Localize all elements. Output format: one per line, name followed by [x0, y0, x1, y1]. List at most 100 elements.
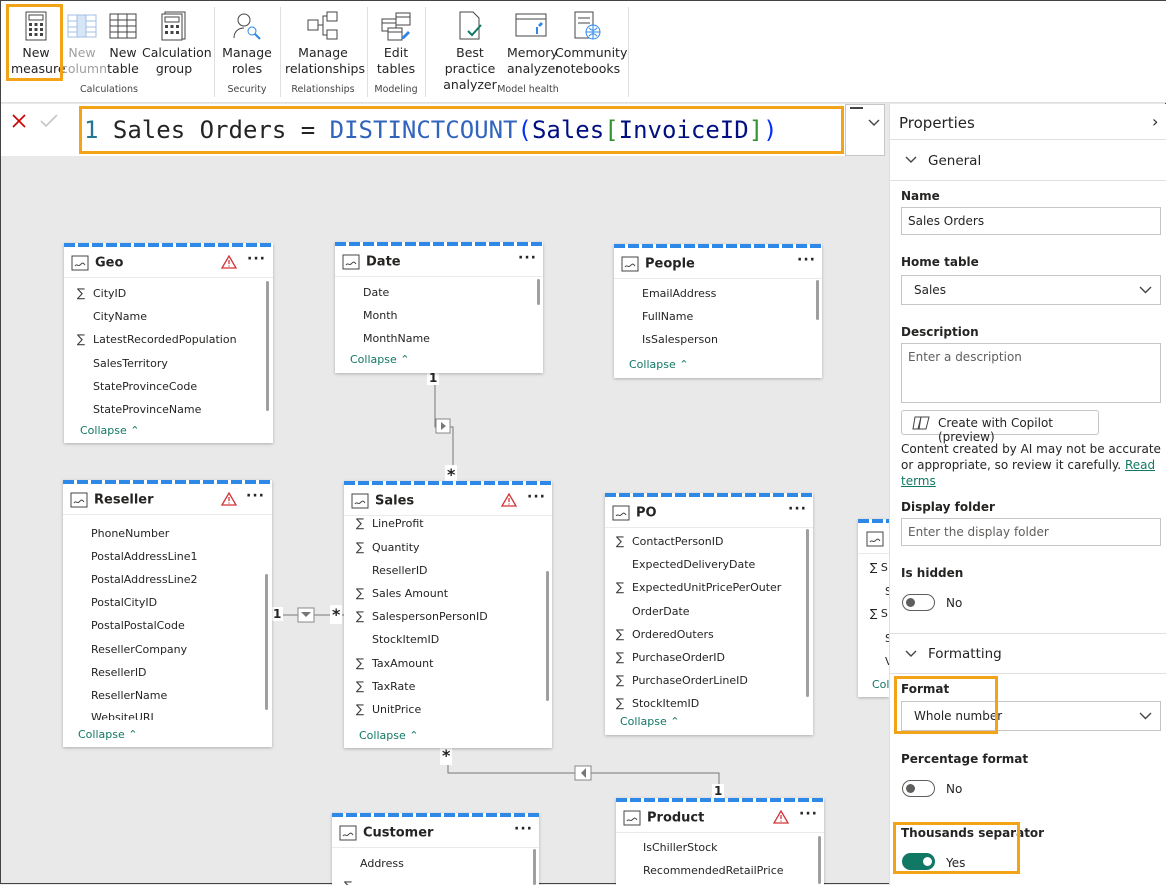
formatting-section-header[interactable]: Formatting [928, 646, 1002, 662]
field-item[interactable]: Date [363, 286, 389, 299]
field-item[interactable]: ResellerID [91, 666, 147, 679]
field-item[interactable]: PostalCityID [91, 596, 157, 609]
percentage-format-toggle[interactable] [902, 780, 935, 797]
field-item[interactable]: Month [363, 309, 397, 322]
collapse-link[interactable]: Collapse ⌃ [78, 728, 137, 741]
general-section-header[interactable]: General [928, 153, 981, 169]
scrollbar[interactable] [818, 836, 821, 884]
name-input[interactable]: Sales Orders [901, 207, 1161, 235]
field-item[interactable]: EmailAddress [642, 287, 716, 300]
field-item[interactable]: PostalPostalCode [91, 619, 185, 632]
field-item[interactable]: ∑ LatestRecordedPopulation [77, 332, 237, 346]
collapse-link[interactable]: Collapse ⌃ [359, 729, 418, 742]
field-item[interactable]: ExpectedDeliveryDate [632, 558, 755, 571]
home-table-dropdown[interactable]: Sales [901, 275, 1161, 305]
field-item[interactable]: ∑ CityID [77, 286, 126, 300]
warning-icon[interactable] [221, 255, 237, 269]
scrollbar[interactable] [816, 280, 819, 320]
field-item[interactable]: StateProvinceCode [93, 380, 197, 393]
more-options-icon[interactable]: ··· [527, 489, 546, 505]
warning-icon[interactable] [773, 810, 789, 824]
field-item[interactable]: WebsiteURL [91, 711, 157, 720]
field-item[interactable]: ∑ TaxAmount [356, 656, 433, 670]
more-options-icon[interactable]: ··· [799, 806, 818, 822]
field-item[interactable]: ∑ PurchaseOrderID [616, 650, 725, 664]
new-table-button[interactable]: New table [104, 11, 142, 77]
field-item[interactable]: ∑ TaxRate [356, 679, 415, 693]
collapse-link[interactable]: Col [872, 678, 889, 691]
best-practice-analyzer-button[interactable]: Best practice analyzer [433, 11, 507, 93]
table-card-product[interactable]: Product ··· IsChillerStock RecommendedRe… [616, 798, 824, 885]
field-item[interactable]: ∑ OrderedOuters [616, 627, 714, 641]
more-options-icon[interactable]: ··· [788, 501, 807, 517]
field-item[interactable]: ∑ ExpectedUnitPricePerOuter [616, 580, 781, 594]
chevron-down-icon[interactable] [905, 156, 917, 164]
community-notebooks-button[interactable]: Community notebooks [555, 11, 627, 77]
calculation-group-button[interactable]: Calculation group [142, 11, 212, 77]
table-card-customer[interactable]: Customer ··· Address ∑ [332, 813, 539, 885]
table-card-date[interactable]: Date ··· Date Month MonthName Collapse ⌃ [335, 242, 543, 373]
table-card-reseller[interactable]: Reseller ··· PhoneNumber PostalAddressLi… [63, 480, 272, 747]
field-item[interactable]: ∑ UnitPrice [356, 702, 421, 716]
field-item[interactable]: ∑ StockItemID [616, 696, 699, 710]
is-hidden-toggle[interactable] [902, 594, 935, 611]
table-card-geo[interactable]: Geo ··· ∑ CityID CityName ∑ LatestRecorded… [64, 243, 273, 443]
field-item[interactable]: SalesTerritory [93, 357, 168, 370]
field-item[interactable]: OrderDate [632, 605, 690, 618]
field-item[interactable]: ∑ Sales Amount [356, 586, 448, 600]
format-dropdown[interactable]: Whole number [901, 701, 1161, 731]
field-item[interactable]: PostalAddressLine2 [91, 573, 198, 586]
field-item[interactable]: ∑ PurchaseOrderLineID [616, 673, 748, 687]
new-measure-button[interactable]: New measure [11, 11, 66, 77]
collapse-link[interactable]: Collapse ⌃ [350, 353, 409, 366]
field-item[interactable]: ∑ ContactPersonID [616, 534, 723, 548]
field-item[interactable]: IsChillerStock [643, 841, 718, 854]
chevron-down-icon[interactable] [905, 650, 917, 658]
thousands-separator-toggle[interactable] [902, 853, 935, 870]
field-item[interactable]: ResellerCompany [91, 643, 187, 656]
edit-tables-button[interactable]: Edit tables [373, 11, 419, 77]
collapse-link[interactable]: Collapse ⌃ [629, 358, 688, 371]
more-options-icon[interactable]: ··· [797, 252, 816, 268]
collapse-link[interactable]: Collapse ⌃ [80, 424, 139, 437]
field-item[interactable]: IsSalesperson [642, 333, 718, 346]
field-item[interactable]: MonthName [363, 332, 430, 345]
manage-roles-button[interactable]: Manage roles [221, 11, 273, 77]
manage-relationships-button[interactable]: Manage relationships [285, 11, 365, 77]
formula-expand-button[interactable] [845, 104, 885, 156]
collapse-link[interactable]: Collapse ⌃ [620, 715, 679, 728]
more-options-icon[interactable]: ··· [247, 251, 266, 267]
commit-check-icon[interactable] [39, 113, 59, 129]
scrollbar[interactable] [266, 281, 269, 411]
field-item[interactable]: StockItemID [372, 633, 439, 646]
scrollbar[interactable] [806, 529, 809, 697]
scrollbar[interactable] [533, 849, 536, 885]
create-with-copilot-button[interactable]: Create with Copilot (preview) [901, 410, 1099, 444]
field-item[interactable]: StateProvinceName [93, 403, 201, 416]
memory-analyzer-button[interactable]: Memory analyzer [507, 11, 561, 77]
field-item[interactable]: Address [360, 857, 404, 870]
field-item[interactable]: ∑ SalespersonPersonID [356, 609, 488, 623]
scrollbar[interactable] [537, 279, 540, 305]
scrollbar[interactable] [546, 571, 549, 701]
field-item[interactable]: CityName [93, 310, 147, 323]
cancel-icon[interactable] [11, 113, 27, 129]
table-card-po[interactable]: PO ··· ∑ ContactPersonID ExpectedDelivery… [605, 493, 813, 735]
field-item[interactable]: PostalAddressLine1 [91, 550, 198, 563]
new-column-button[interactable]: New column [61, 11, 107, 77]
field-item[interactable]: ResellerName [91, 689, 167, 702]
table-card-people[interactable]: People ··· EmailAddress FullName IsSales… [614, 244, 822, 378]
description-textarea[interactable]: Enter a description [901, 343, 1161, 403]
field-item[interactable]: RecommendedRetailPrice [643, 864, 784, 877]
dax-formula-input[interactable]: 1 Sales Orders = DISTINCTCOUNT(Sales[Inv… [79, 106, 844, 154]
display-folder-input[interactable]: Enter the display folder [901, 518, 1161, 546]
field-item[interactable]: PhoneNumber [91, 527, 169, 540]
field-item[interactable]: ∑ LineProfit [356, 516, 424, 530]
table-card-sales[interactable]: Sales ··· ∑ LineProfit ∑ Quantity Reseller… [344, 481, 552, 748]
more-options-icon[interactable]: ··· [514, 821, 533, 837]
table-card-partial[interactable]: ∑ S S ∑ S S V Col [858, 519, 889, 697]
field-item[interactable]: ResellerID [372, 564, 428, 577]
scrollbar[interactable] [265, 574, 268, 710]
field-item[interactable]: ∑ Quantity [356, 540, 420, 554]
warning-icon[interactable] [501, 493, 517, 507]
